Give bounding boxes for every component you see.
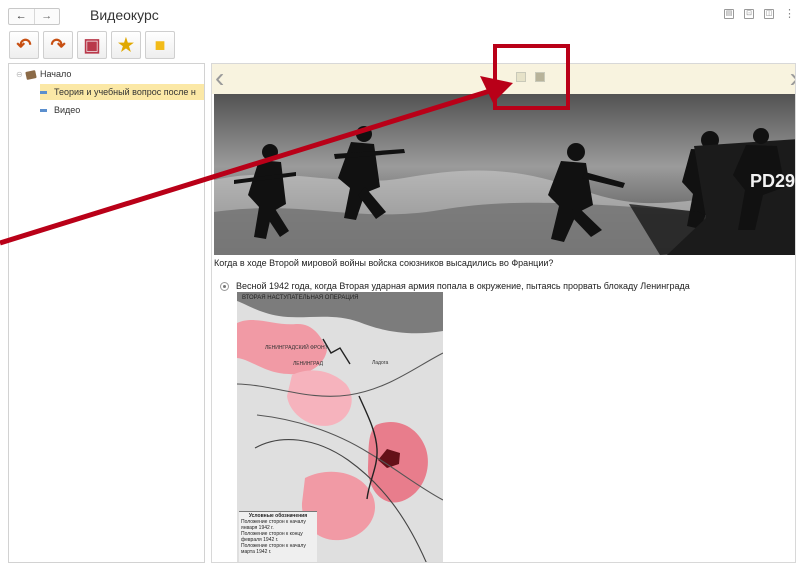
- more-menu-icon[interactable]: ⋮: [784, 9, 795, 20]
- preview-icon[interactable]: ◫: [764, 9, 774, 19]
- window-title: Видеокурс: [90, 7, 159, 23]
- answer-option[interactable]: Весной 1942 года, когда Вторая ударная а…: [220, 281, 795, 291]
- save-icon[interactable]: ▤: [724, 9, 734, 19]
- star-icon: ★: [117, 34, 135, 55]
- redo-button[interactable]: ↷: [43, 31, 73, 59]
- collapse-icon[interactable]: ⊖: [16, 67, 24, 83]
- soldiers-landing-image: PD29: [214, 94, 795, 255]
- book-button[interactable]: ▣: [77, 31, 107, 59]
- banner-image: PD29: [214, 94, 795, 255]
- map-title: ВТОРАЯ НАСТУПАТЕЛЬНАЯ ОПЕРАЦИЯ: [242, 295, 359, 301]
- map-legend: Условные обозначения Положение сторон к …: [239, 511, 317, 562]
- document-icon: [40, 109, 47, 113]
- slide-navigation: ‹ ›: [212, 64, 795, 94]
- legend-item: Положение сторон к началу января 1942 г.: [241, 519, 306, 531]
- map-label-city: ЛЕНИНГРАД: [293, 361, 324, 367]
- legend-item: Положение сторон к началу марта 1942 г.: [241, 543, 306, 555]
- main-toolbar: ↶ ↷ ▣ ★ ■: [9, 31, 175, 59]
- chevron-left-icon[interactable]: ‹: [215, 64, 224, 92]
- map-label-lake: Ладога: [372, 360, 388, 366]
- favorite-button[interactable]: ★: [111, 31, 141, 59]
- sidebar-tree: ⊖ Начало Теория и учебный вопрос после н …: [8, 63, 205, 563]
- tree-item-start[interactable]: ⊖ Начало: [16, 66, 204, 82]
- lesson-panel: ‹ › P: [211, 63, 796, 563]
- boat-marking: PD29: [750, 171, 795, 191]
- tree-item-label: Начало: [40, 69, 72, 79]
- top-right-icons: ▤ ⊡ ◫ ⋮: [724, 9, 795, 20]
- map-image: ЛЕНИНГРАДСКИЙ ФРОНТ ЛЕНИНГРАД Ладога ВТО…: [237, 292, 443, 562]
- undo-button[interactable]: ↶: [9, 31, 39, 59]
- tree-item-label: Видео: [54, 105, 81, 115]
- document-icon: [40, 91, 47, 95]
- book-icon: ▣: [83, 34, 101, 55]
- undo-arrow-icon: ↶: [16, 34, 32, 55]
- tree-item-label: Теория и учебный вопрос после н: [54, 87, 196, 97]
- legend-item: Положение сторон к концу февраля 1942 г.: [241, 531, 303, 543]
- print-icon[interactable]: ⊡: [744, 9, 754, 19]
- radio-button[interactable]: [220, 281, 229, 291]
- book-icon: [25, 69, 37, 80]
- tree-item-theory[interactable]: Теория и учебный вопрос после н: [40, 84, 204, 100]
- chevron-right-icon[interactable]: ›: [790, 64, 795, 92]
- map-label-front: ЛЕНИНГРАДСКИЙ ФРОНТ: [265, 343, 328, 351]
- note-icon: ■: [154, 34, 166, 55]
- answer-label: Весной 1942 года, когда Вторая ударная а…: [236, 281, 690, 291]
- top-bar: ← → Видеокурс ▤ ⊡ ◫ ⋮: [0, 0, 796, 28]
- tree-item-video[interactable]: Видео: [40, 102, 200, 118]
- note-button[interactable]: ■: [145, 31, 175, 59]
- question-text: Когда в ходе Второй мировой войны войска…: [214, 258, 554, 268]
- back-button[interactable]: ←: [9, 9, 35, 24]
- slide-indicator-active[interactable]: [535, 72, 545, 82]
- slide-indicator[interactable]: [516, 72, 526, 82]
- navigation-buttons: ← →: [8, 8, 60, 25]
- redo-arrow-icon: ↷: [50, 34, 66, 55]
- forward-button[interactable]: →: [35, 9, 60, 24]
